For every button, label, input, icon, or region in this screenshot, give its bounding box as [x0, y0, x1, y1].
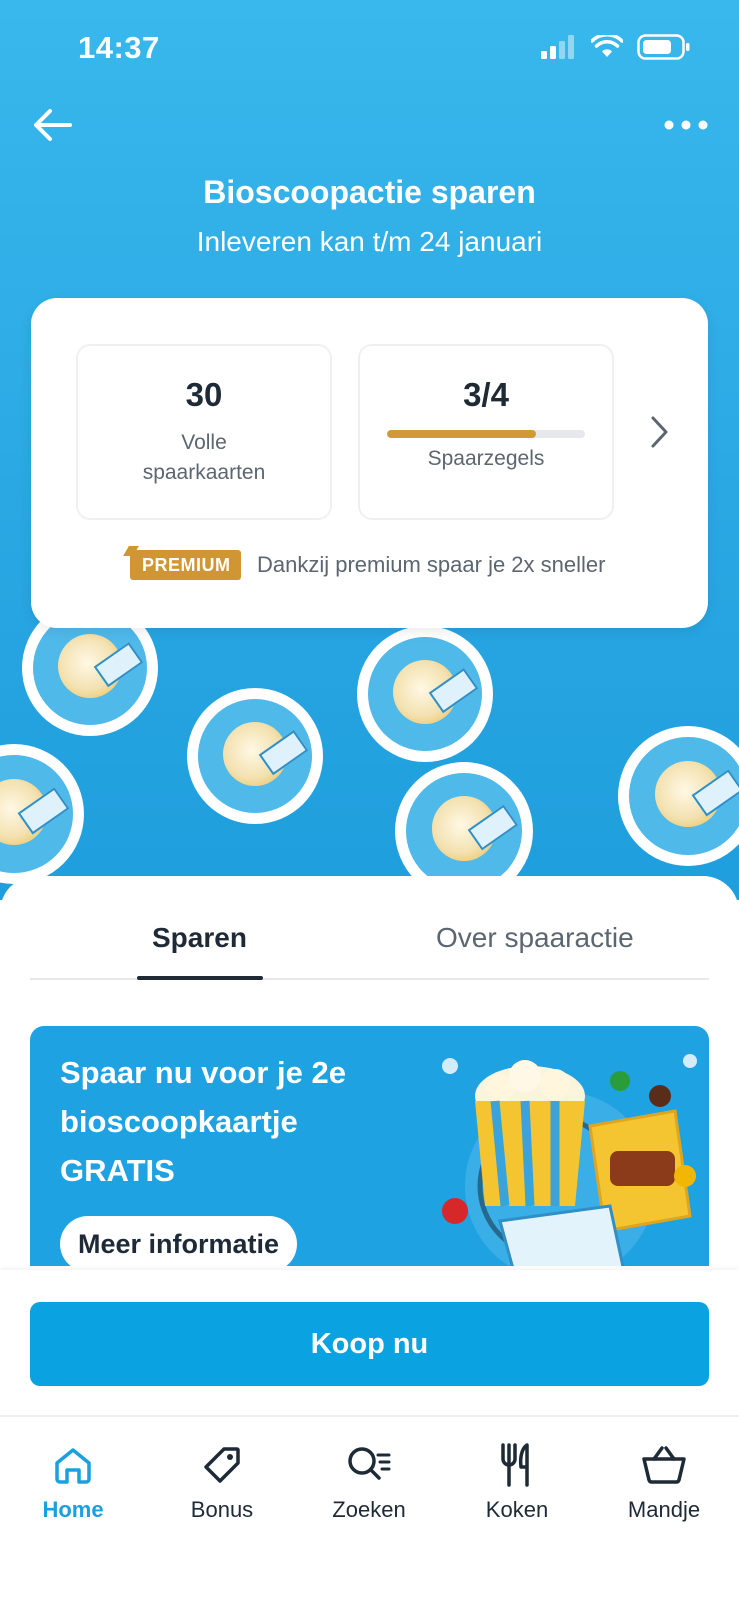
nav-home-label: Home [42, 1497, 104, 1522]
nav-bonus[interactable]: Bonus [162, 1439, 282, 1523]
stamp-decoration [187, 688, 323, 824]
nav-koken[interactable]: Koken [457, 1439, 577, 1523]
stamps-value: 3/4 [463, 376, 509, 413]
nav-mandje[interactable]: Mandje [604, 1439, 724, 1523]
basket-icon [642, 1446, 686, 1484]
premium-badge: PREMIUM [130, 550, 241, 580]
stamp-face [0, 755, 73, 873]
premium-info: PREMIUM Dankzij premium spaar je 2x snel… [31, 550, 708, 586]
arrow-left-icon [34, 109, 72, 141]
stamp-decoration [618, 726, 739, 866]
nav-zoeken[interactable]: Zoeken [309, 1439, 429, 1523]
stamp-face [629, 737, 739, 855]
more-info-button[interactable]: Meer informatie [60, 1216, 298, 1266]
promo-headline: Spaar nu voor je 2e bioscoopkaartje GRAT… [60, 1055, 346, 1188]
stamp-decoration [357, 626, 493, 762]
full-cards-value: 30 [185, 376, 223, 413]
status-icons [541, 34, 691, 60]
stamp-face [406, 773, 522, 889]
tab-bar: Sparen Over spaaractie [30, 876, 709, 980]
savings-summary-card: 30 Volle spaarkaarten 3/4 Spaarzegels PR… [31, 298, 708, 628]
buy-now-button[interactable]: Koop nu [30, 1302, 709, 1386]
stamp-face [367, 636, 483, 752]
nav-zoeken-label: Zoeken [332, 1497, 406, 1522]
status-time: 14:37 [78, 30, 160, 65]
promo-banner: Spaar nu voor je 2e bioscoopkaartje GRAT… [30, 1026, 709, 1266]
cinema-snacks-image [442, 1054, 697, 1266]
nav-home[interactable]: Home [13, 1439, 133, 1523]
page-title: Bioscoopactie sparen [203, 174, 536, 210]
battery-icon [637, 34, 690, 60]
full-cards-stat: 30 Volle spaarkaarten [76, 344, 332, 520]
chevron-right-icon [651, 416, 668, 448]
premium-text: Dankzij premium spaar je 2x sneller [257, 552, 606, 577]
next-button[interactable] [644, 412, 674, 452]
more-dots-icon [664, 120, 708, 130]
search-icon [348, 1447, 391, 1480]
tab-indicator [137, 976, 263, 980]
home-icon [55, 1448, 91, 1484]
tab-sparen[interactable]: Sparen [152, 922, 247, 954]
back-button[interactable] [30, 103, 78, 147]
hero-section: 14:37 Bioscoopactie sparen Inleveren kan… [0, 0, 739, 900]
signal-icon [541, 35, 574, 59]
wifi-icon [591, 35, 623, 57]
stamp-decoration [0, 744, 84, 884]
tag-icon [204, 1447, 240, 1483]
status-bar: 14:37 [0, 0, 739, 100]
page-subtitle: Inleveren kan t/m 24 januari [196, 226, 543, 257]
nav-koken-label: Koken [485, 1497, 549, 1522]
nav-bonus-label: Bonus [190, 1497, 254, 1522]
stamps-stat[interactable]: 3/4 Spaarzegels [358, 344, 614, 520]
bottom-navigation: Home Bonus Zoeken Koken Mandje [0, 1415, 739, 1600]
tab-over-spaaractie[interactable]: Over spaaractie [436, 922, 634, 954]
stamp-face [32, 610, 148, 726]
more-options-button[interactable] [661, 110, 711, 140]
nav-mandje-label: Mandje [627, 1497, 701, 1522]
stamps-progress-bar [387, 430, 585, 438]
full-cards-label: Volle spaarkaarten [142, 431, 266, 484]
stamp-face [197, 698, 313, 814]
stamps-label: Spaarzegels [427, 447, 545, 470]
stamps-progress-fill [387, 430, 536, 438]
cutlery-icon [501, 1443, 529, 1487]
buy-bar: Koop nu [0, 1270, 739, 1415]
